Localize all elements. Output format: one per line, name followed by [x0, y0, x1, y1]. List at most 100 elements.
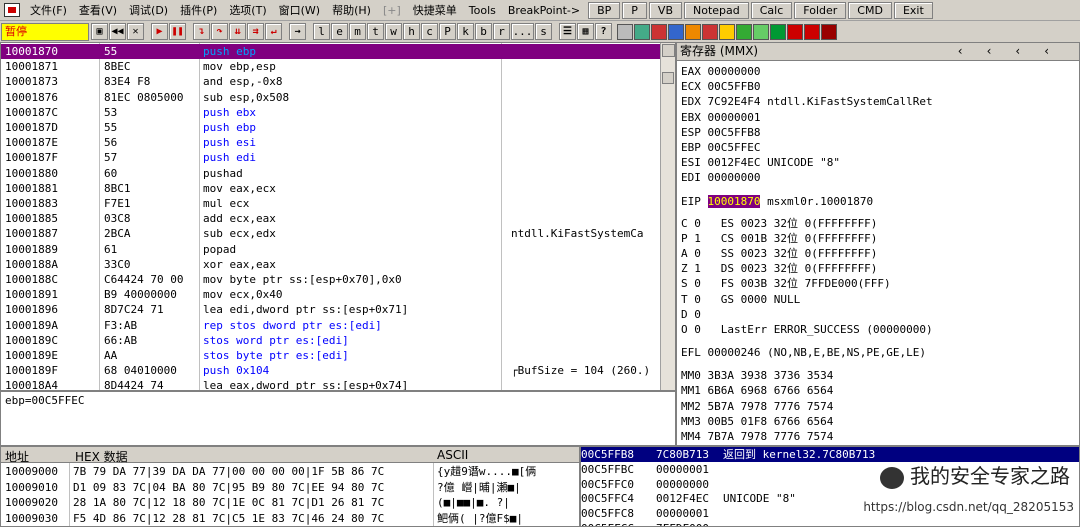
- dump-ascii[interactable]: 鲃俩( |?億F$■|: [437, 511, 523, 526]
- disasm-row[interactable]: 10001887 2BCA sub ecx,edx ntdll.KiFastSyste…: [1, 226, 661, 241]
- cmd-button[interactable]: CMD: [848, 1, 892, 19]
- window-r-button[interactable]: r: [493, 23, 510, 40]
- plugin-icon-8[interactable]: [736, 23, 752, 40]
- rewind-icon[interactable]: ◀◀: [109, 23, 126, 40]
- disasm-row[interactable]: 10001885 03C8 add ecx,eax: [1, 211, 661, 226]
- menu-breakpoint[interactable]: BreakPoint->: [502, 4, 586, 17]
- disasm-row[interactable]: 10001896 8D7C24 71 lea edi,dword ptr ss:[e…: [1, 302, 661, 317]
- plugin-icon-13[interactable]: [821, 23, 837, 40]
- plugin-icon-12[interactable]: [804, 23, 820, 40]
- dump-ascii[interactable]: (■|■■|■. ?|: [437, 495, 510, 510]
- disasm-row[interactable]: 10001881 8BC1 mov eax,ecx: [1, 181, 661, 196]
- vb-button[interactable]: VB: [648, 1, 682, 19]
- register-efl[interactable]: EFL 00000246 (NO,NB,E,BE,NS,PE,GE,LE): [681, 346, 926, 360]
- p-button[interactable]: P: [622, 1, 647, 19]
- disasm-row[interactable]: 1000189A F3:AB rep stos dword ptr es:[edi]: [1, 318, 661, 333]
- plugin-icon-4[interactable]: [668, 23, 684, 40]
- flag-line[interactable]: S 0 FS 003B 32位 7FFDE000(FFF): [681, 277, 891, 291]
- flag-line[interactable]: D 0: [681, 308, 701, 322]
- disasm-row[interactable]: 10001880 60 pushad: [1, 166, 661, 181]
- dump-hex[interactable]: D1 09 83 7C|04 BA 80 7C|95 B9 80 7C|EE 9…: [73, 480, 384, 495]
- menu-plugins[interactable]: 插件(P): [174, 2, 223, 18]
- mmx-line[interactable]: MM2 5B7A 7978 7776 7574: [681, 400, 833, 414]
- disasm-row[interactable]: 10001876 81EC 0805000 sub esp,0x508: [1, 90, 661, 105]
- menu-shortcut[interactable]: 快捷菜单: [407, 2, 463, 18]
- flag-line[interactable]: Z 1 DS 0023 32位 0(FFFFFFFF): [681, 262, 877, 276]
- list-icon[interactable]: ☰: [559, 23, 576, 40]
- disasm-row[interactable]: 10001889 61 popad: [1, 242, 661, 257]
- mmx-line[interactable]: MM3 00B5 01F8 6766 6564: [681, 415, 833, 429]
- disasm-row[interactable]: 10001883 F7E1 mul ecx: [1, 196, 661, 211]
- disasm-row[interactable]: 1000189C 66:AB stos word ptr es:[edi]: [1, 333, 661, 348]
- disassembly-pane[interactable]: 10001870 55 push ebp 10001871 8BEC mov ebp,es…: [0, 42, 676, 391]
- dump-address[interactable]: 10009020: [5, 495, 58, 510]
- flag-line[interactable]: T 0 GS 0000 NULL: [681, 293, 800, 307]
- dump-address[interactable]: 10009010: [5, 480, 58, 495]
- mmx-line[interactable]: MM4 7B7A 7978 7776 7574: [681, 430, 833, 444]
- flag-line[interactable]: C 0 ES 0023 32位 0(FFFFFFFF): [681, 217, 877, 231]
- disasm-row[interactable]: 1000187E 56 push esi: [1, 135, 661, 150]
- window-h-button[interactable]: h: [403, 23, 420, 40]
- stack-row[interactable]: 00C5FFCC 7FFDF000: [581, 521, 1079, 526]
- scroll-up-icon[interactable]: [662, 44, 675, 57]
- menu-file[interactable]: 文件(F): [24, 2, 73, 18]
- dump-hex[interactable]: 7B 79 DA 77|39 DA DA 77|00 00 00 00|1F 5…: [73, 464, 384, 479]
- step-over-icon[interactable]: ↷: [211, 23, 228, 40]
- disasm-row[interactable]: 1000188A 33C0 xor eax,eax: [1, 257, 661, 272]
- dump-address[interactable]: 10009000: [5, 464, 58, 479]
- trace-over-icon[interactable]: ⇉: [247, 23, 264, 40]
- register-line[interactable]: EAX 00000000: [681, 65, 760, 79]
- menu-view[interactable]: 查看(V): [73, 2, 123, 18]
- plugin-icon-2[interactable]: [634, 23, 650, 40]
- disasm-row[interactable]: 10001871 8BEC mov ebp,esp: [1, 59, 661, 74]
- help-icon[interactable]: ?: [595, 23, 612, 40]
- menu-tools[interactable]: Tools: [463, 4, 502, 17]
- window-t-button[interactable]: t: [367, 23, 384, 40]
- register-line[interactable]: EDI 00000000: [681, 171, 760, 185]
- menu-help[interactable]: 帮助(H): [326, 2, 377, 18]
- plugin-icon-3[interactable]: [651, 23, 667, 40]
- window-k-button[interactable]: k: [457, 23, 474, 40]
- window-more-button[interactable]: ...: [511, 23, 534, 40]
- open-icon[interactable]: ▣: [91, 23, 108, 40]
- disasm-row[interactable]: 10001870 55 push ebp: [1, 44, 661, 60]
- window-l-button[interactable]: l: [313, 23, 330, 40]
- dump-address[interactable]: 10009030: [5, 511, 58, 526]
- flag-line[interactable]: O 0 LastErr ERROR_SUCCESS (00000000): [681, 323, 933, 337]
- trace-into-icon[interactable]: ⇊: [229, 23, 246, 40]
- registers-pane[interactable]: 寄存器 (MMX) ‹‹‹‹ EAX 00000000 ECX 00C5FFB0 E…: [676, 42, 1080, 446]
- plugin-icon-1[interactable]: [617, 23, 633, 40]
- plugin-icon-7[interactable]: [719, 23, 735, 40]
- pause-icon[interactable]: ❚❚: [169, 23, 186, 40]
- scroll-thumb[interactable]: [662, 72, 674, 84]
- flag-line[interactable]: P 1 CS 001B 32位 0(FFFFFFFF): [681, 232, 877, 246]
- window-p-button[interactable]: P: [439, 23, 456, 40]
- window-m-button[interactable]: m: [349, 23, 366, 40]
- dump-pane[interactable]: 地址 HEX 数据 ASCII 10009000 7B 79 DA 77|39 D…: [0, 446, 580, 527]
- menu-options[interactable]: 选项(T): [223, 2, 272, 18]
- disasm-row[interactable]: 1000187F 57 push edi: [1, 150, 661, 165]
- step-into-icon[interactable]: ↴: [193, 23, 210, 40]
- register-line[interactable]: ECX 00C5FFB0: [681, 80, 760, 94]
- dump-hex[interactable]: 28 1A 80 7C|12 18 80 7C|1E 0C 81 7C|D1 2…: [73, 495, 384, 510]
- dump-hex[interactable]: F5 4D 86 7C|12 28 81 7C|C5 1E 83 7C|46 2…: [73, 511, 384, 526]
- register-line[interactable]: EBP 00C5FFEC: [681, 141, 760, 155]
- folder-button[interactable]: Folder: [794, 1, 847, 19]
- execute-till-return-icon[interactable]: ↵: [265, 23, 282, 40]
- register-line[interactable]: EBX 00000001: [681, 111, 760, 125]
- window-e-button[interactable]: e: [331, 23, 348, 40]
- disasm-row[interactable]: 1000188C C64424 70 00 mov byte ptr ss:[esp…: [1, 272, 661, 287]
- exit-button[interactable]: Exit: [893, 1, 933, 19]
- plugin-icon-10[interactable]: [770, 23, 786, 40]
- menu-debug[interactable]: 调试(D): [123, 2, 174, 18]
- window-b-button[interactable]: b: [475, 23, 492, 40]
- plugin-icon-11[interactable]: [787, 23, 803, 40]
- plugin-icon-6[interactable]: [702, 23, 718, 40]
- register-line[interactable]: ESI 0012F4EC UNICODE "8": [681, 156, 840, 170]
- vertical-scrollbar[interactable]: [660, 43, 675, 390]
- register-line[interactable]: EDX 7C92E4F4 ntdll.KiFastSystemCallRet: [681, 95, 933, 109]
- grid-icon[interactable]: ▦: [577, 23, 594, 40]
- disasm-row[interactable]: 10001891 B9 40000000 mov ecx,0x40: [1, 287, 661, 302]
- mmx-line[interactable]: MM0 3B3A 3938 3736 3534: [681, 369, 833, 383]
- run-icon[interactable]: ▶: [151, 23, 168, 40]
